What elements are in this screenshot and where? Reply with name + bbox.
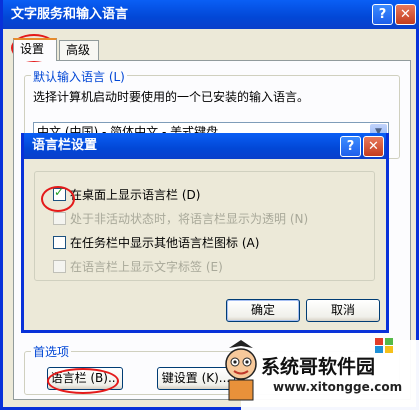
text-services-window: 文字服务和输入语言 ? ✕ 设置 高级 默认输入语言 (L) 选择计算机启动时要… bbox=[0, 0, 419, 410]
dialog-help-icon[interactable]: ? bbox=[340, 136, 361, 157]
watermark-title: 系统哥软件园 bbox=[261, 356, 376, 378]
ok-button[interactable]: 确定 bbox=[226, 299, 300, 322]
mascot-icon bbox=[223, 340, 259, 401]
option-taskbar-icons[interactable]: 在任务栏中显示其他语言栏图标 (A) bbox=[53, 234, 259, 250]
watermark-url: www.xitongge.com bbox=[273, 380, 403, 394]
cancel-button[interactable]: 取消 bbox=[306, 299, 380, 322]
preferences-label: 首选项 bbox=[31, 343, 72, 360]
dialog-title: 语言栏设置 bbox=[32, 138, 98, 153]
window-titlebar[interactable]: 文字服务和输入语言 bbox=[3, 0, 419, 29]
dialog-options-frame: ✓ 在桌面上显示语言栏 (D) 处于非活动状态时，将语言栏显示为透明 (N) 在任… bbox=[34, 171, 375, 281]
tab-settings[interactable]: 设置 bbox=[13, 38, 57, 61]
checkbox[interactable] bbox=[53, 236, 66, 249]
tab-advanced[interactable]: 高级 bbox=[59, 40, 99, 60]
checkbox-disabled bbox=[53, 260, 66, 273]
default-language-label: 默认输入语言 (L) bbox=[31, 68, 127, 85]
windows-logo-icon bbox=[375, 338, 393, 353]
option-text-labels: 在语言栏上显示文字标签 (E) bbox=[53, 258, 223, 274]
close-icon[interactable]: ✕ bbox=[395, 4, 416, 25]
dialog-titlebar[interactable]: 语言栏设置 bbox=[24, 133, 386, 159]
checkbox-disabled bbox=[53, 212, 66, 225]
annotation-ellipse-langbar bbox=[47, 368, 119, 394]
default-language-description: 选择计算机启动时要使用的一个已安装的输入语言。 bbox=[33, 90, 310, 104]
help-icon[interactable]: ? bbox=[372, 4, 393, 25]
annotation-ellipse-checkbox bbox=[41, 186, 75, 212]
option-transparent-when-inactive: 处于非活动状态时，将语言栏显示为透明 (N) bbox=[53, 210, 308, 226]
option-show-on-desktop[interactable]: ✓ 在桌面上显示语言栏 (D) bbox=[53, 185, 200, 202]
language-bar-settings-dialog: 语言栏设置 ? ✕ ✓ 在桌面上显示语言栏 (D) 处于非活动状态时，将语言栏显示… bbox=[21, 133, 389, 333]
window-title: 文字服务和输入语言 bbox=[11, 7, 129, 22]
dialog-close-icon[interactable]: ✕ bbox=[363, 136, 384, 157]
